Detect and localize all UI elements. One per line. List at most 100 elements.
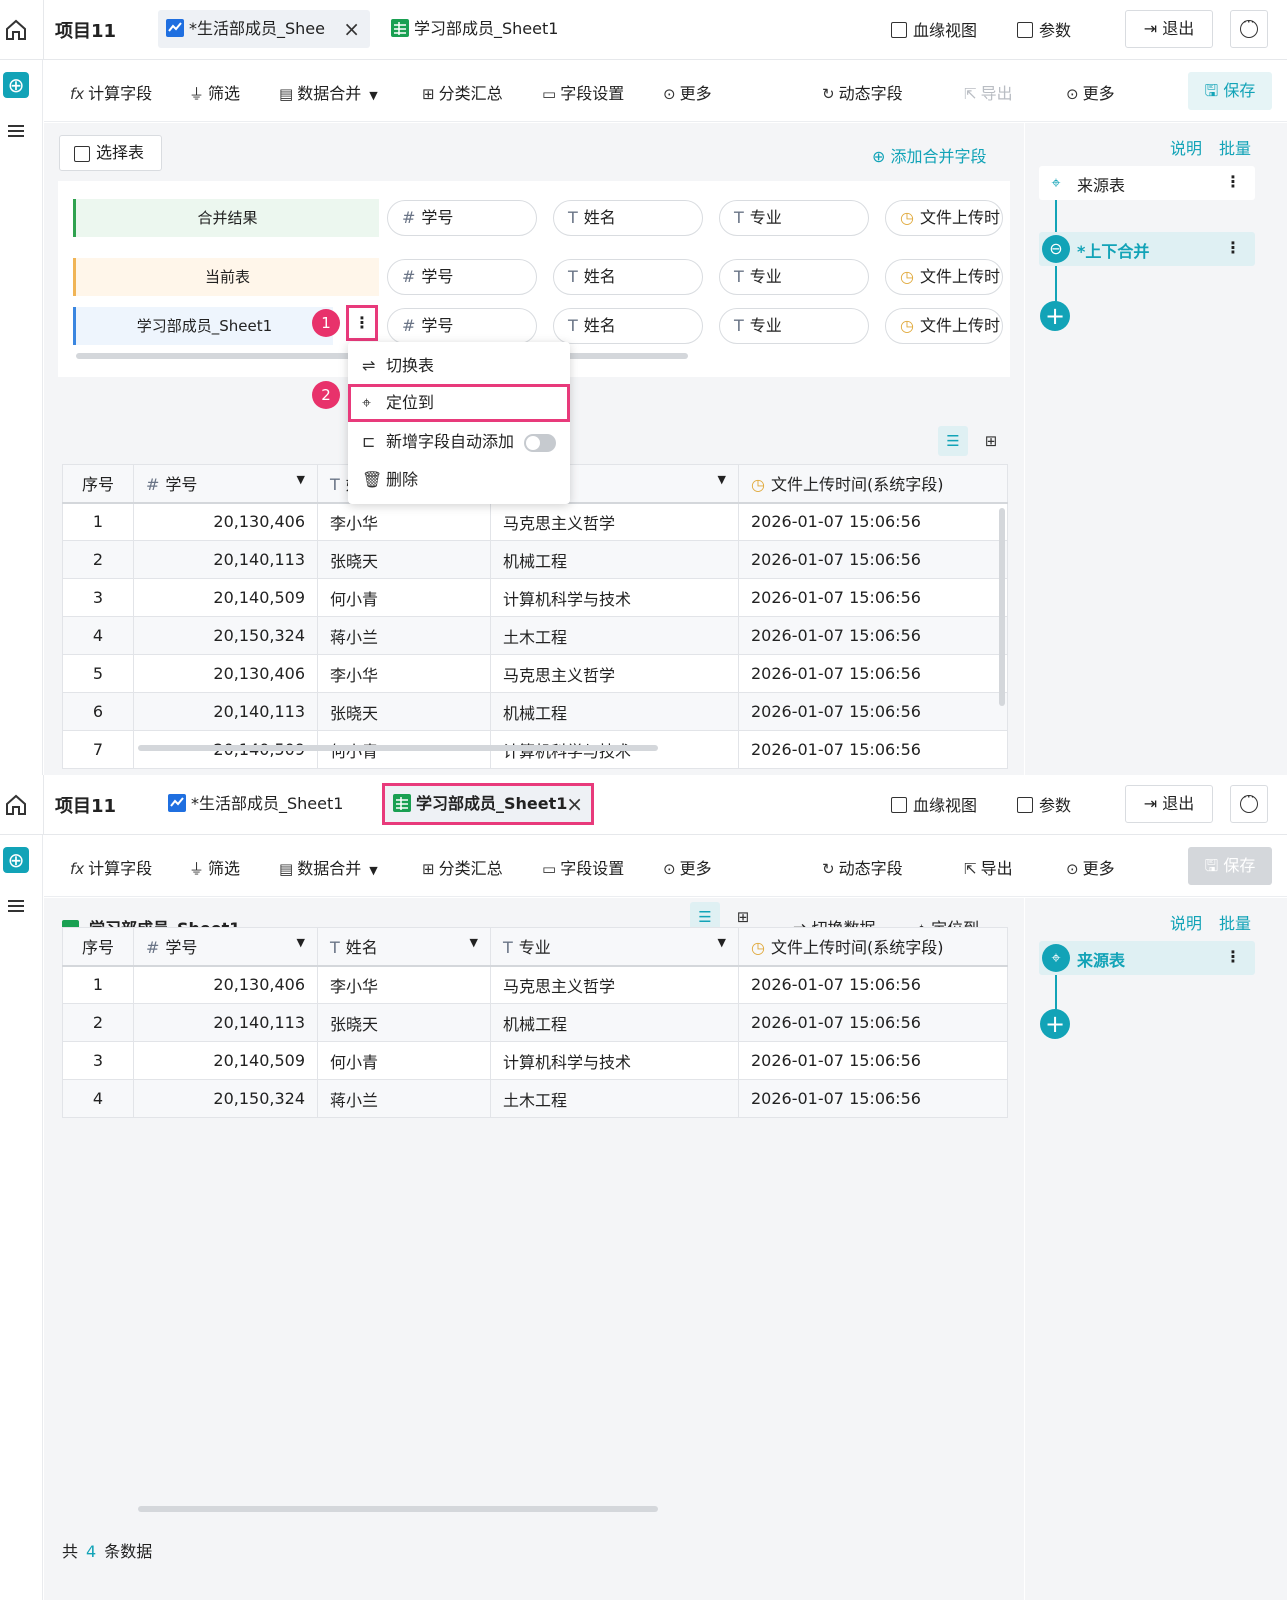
col-header-time[interactable]: ◷ 文件上传时间(系统字段) bbox=[738, 464, 1008, 504]
table-row[interactable]: 1 20,130,406 李小华 马克思主义哲学 2026-01-07 15:06:56 bbox=[62, 965, 1008, 1004]
source-node[interactable]: ⌖ 来源表 ⋮ bbox=[1039, 941, 1255, 975]
project-title: 项目11 bbox=[55, 21, 117, 42]
chevron-down-icon[interactable]: ▼ bbox=[470, 936, 478, 949]
table-row[interactable]: 5 20,130,406 李小华 马克思主义哲学 2026-01-07 15:06:56 bbox=[62, 654, 1008, 693]
table-row[interactable]: 2 20,140,113 张晓天 机械工程 2026-01-07 15:06:56 bbox=[62, 1003, 1008, 1042]
chip-result-time[interactable]: ◷ 文件上传时 bbox=[885, 200, 1003, 236]
outline-icon[interactable] bbox=[8, 125, 24, 139]
field-settings-button[interactable]: ▭ 字段设置 bbox=[542, 855, 624, 879]
more-button-2[interactable]: ⊙ 更多 bbox=[1066, 80, 1115, 104]
chevron-down-icon[interactable]: ▼ bbox=[718, 473, 726, 486]
menu-item-delete[interactable]: 🗑 删除 bbox=[348, 461, 570, 499]
vertical-dots-icon[interactable]: ⋮ bbox=[1225, 238, 1241, 257]
table-row[interactable]: 4 20,150,324 蒋小兰 土木工程 2026-01-07 15:06:56 bbox=[62, 616, 1008, 655]
close-icon[interactable]: × bbox=[343, 10, 360, 48]
col-header-time[interactable]: ◷ 文件上传时间(系统字段) bbox=[738, 927, 1008, 967]
menu-item-switch-table[interactable]: ⇌ 切换表 bbox=[348, 347, 570, 385]
params-button[interactable]: 参数 bbox=[1017, 17, 1071, 41]
params-button[interactable]: 参数 bbox=[1017, 792, 1071, 816]
dynamic-field-button[interactable]: ↻ 动态字段 bbox=[822, 80, 903, 104]
chip-current-id[interactable]: # 学号 bbox=[387, 259, 537, 295]
table-row[interactable]: 6 20,140,113 张晓天 机械工程 2026-01-07 15:06:56 bbox=[62, 692, 1008, 731]
vertical-dots-icon[interactable]: ⋮ bbox=[1225, 947, 1241, 966]
more-button[interactable]: ⊙ 更多 bbox=[663, 855, 712, 879]
calc-field-button[interactable]: fx 计算字段 bbox=[70, 855, 152, 879]
merge-button[interactable]: ▤ 数据合并 ▼ bbox=[279, 855, 378, 879]
tab-life-members[interactable]: *生活部成员_Shee × bbox=[158, 10, 370, 48]
batch-link[interactable]: 批量 bbox=[1219, 910, 1251, 934]
add-icon[interactable]: ⊕ bbox=[3, 847, 29, 873]
more-button[interactable]: ⊙ 更多 bbox=[663, 80, 712, 104]
chevron-down-icon[interactable]: ▼ bbox=[718, 936, 726, 949]
row-actions-button[interactable]: ⋮ bbox=[346, 305, 378, 341]
col-header-id[interactable]: # 学号 ▼ bbox=[133, 927, 318, 967]
more-button-2[interactable]: ⊙ 更多 bbox=[1066, 855, 1115, 879]
summary-button[interactable]: ⊞ 分类汇总 bbox=[422, 80, 503, 104]
save-button[interactable]: 🖫 保存 bbox=[1188, 847, 1272, 885]
chip-result-id[interactable]: # 学号 bbox=[387, 200, 537, 236]
grid-view-icon[interactable]: ⊞ bbox=[976, 426, 1006, 456]
col-header-id[interactable]: # 学号 ▼ bbox=[133, 464, 318, 504]
calc-field-button[interactable]: fx 计算字段 bbox=[70, 80, 152, 104]
merge-node[interactable]: ⊖ *上下合并 ⋮ bbox=[1039, 232, 1255, 266]
field-settings-button[interactable]: ▭ 字段设置 bbox=[542, 80, 624, 104]
chip-label: 文件上传时 bbox=[919, 316, 1000, 335]
chip-current-major[interactable]: T 专业 bbox=[719, 259, 869, 295]
chip-result-major[interactable]: T 专业 bbox=[719, 200, 869, 236]
menu-item-locate[interactable]: ⌖ 定位到 bbox=[348, 384, 570, 422]
table-horizontal-scrollbar[interactable] bbox=[138, 745, 658, 751]
more-menu-button[interactable] bbox=[1230, 10, 1268, 48]
lineage-view-button[interactable]: 血缘视图 bbox=[891, 17, 977, 41]
table-row[interactable]: 3 20,140,509 何小青 计算机科学与技术 2026-01-07 15:06:5… bbox=[62, 578, 1008, 617]
tab-life-members[interactable]: *生活部成员_Sheet1 bbox=[160, 785, 360, 823]
explain-link[interactable]: 说明 bbox=[1170, 135, 1202, 159]
filter-button[interactable]: ⏚ 筛选 bbox=[189, 80, 240, 104]
menu-item-auto-add[interactable]: ⊏ 新增字段自动添加 bbox=[348, 423, 570, 461]
lineage-view-button[interactable]: 血缘视图 bbox=[891, 792, 977, 816]
chip-current-time[interactable]: ◷ 文件上传时 bbox=[885, 259, 1003, 295]
chevron-down-icon[interactable]: ▼ bbox=[297, 473, 305, 486]
batch-link[interactable]: 批量 bbox=[1219, 135, 1251, 159]
list-view-icon[interactable]: ☰ bbox=[938, 426, 968, 456]
chip-result-name[interactable]: T 姓名 bbox=[553, 200, 703, 236]
chip-current-name[interactable]: T 姓名 bbox=[553, 259, 703, 295]
chip-sheet-id[interactable]: # 学号 bbox=[387, 308, 537, 344]
vertical-dots-icon[interactable]: ⋮ bbox=[1225, 172, 1241, 191]
chevron-down-icon[interactable]: ▼ bbox=[297, 936, 305, 949]
chip-sheet-time[interactable]: ◷ 文件上传时 bbox=[885, 308, 1003, 344]
table-row[interactable]: 4 20,150,324 蒋小兰 土木工程 2026-01-07 15:06:56 bbox=[62, 1079, 1008, 1118]
text-icon: T bbox=[568, 208, 578, 227]
export-button[interactable]: ⇱ 导出 bbox=[964, 80, 1013, 104]
add-merge-field-button[interactable]: ⊕ 添加合并字段 bbox=[872, 143, 987, 167]
outline-icon[interactable] bbox=[8, 900, 24, 914]
toolbar: fx 计算字段 ⏚ 筛选 ▤ 数据合并 ▼ ⊞ 分类汇总 ▭ 字段设置 ⊙ 更多 ↻ 动态字段 … bbox=[44, 835, 1287, 897]
add-icon[interactable]: ⊕ bbox=[3, 72, 29, 98]
dynamic-field-button[interactable]: ↻ 动态字段 bbox=[822, 855, 903, 879]
source-node[interactable]: ⌖ 来源表 ⋮ bbox=[1039, 166, 1255, 200]
export-button[interactable]: ⇱ 导出 bbox=[964, 855, 1013, 879]
filter-button[interactable]: ⏚ 筛选 bbox=[189, 855, 240, 879]
add-node-button[interactable]: + bbox=[1040, 1009, 1070, 1039]
home-icon[interactable] bbox=[4, 18, 28, 42]
select-table-button[interactable]: 选择表 bbox=[59, 135, 162, 171]
vertical-scrollbar[interactable] bbox=[999, 508, 1005, 706]
home-icon[interactable] bbox=[4, 793, 28, 817]
table-row[interactable]: 2 20,140,113 张晓天 机械工程 2026-01-07 15:06:56 bbox=[62, 540, 1008, 579]
chip-sheet-major[interactable]: T 专业 bbox=[719, 308, 869, 344]
add-node-button[interactable]: + bbox=[1040, 301, 1070, 331]
summary-button[interactable]: ⊞ 分类汇总 bbox=[422, 855, 503, 879]
table-row[interactable]: 1 20,130,406 李小华 马克思主义哲学 2026-01-07 15:06:56 bbox=[62, 502, 1008, 541]
auto-add-toggle[interactable] bbox=[524, 434, 556, 452]
table-horizontal-scrollbar[interactable] bbox=[138, 1506, 658, 1512]
col-header-major[interactable]: T专业 ▼ bbox=[490, 927, 739, 967]
table-row[interactable]: 3 20,140,509 何小青 计算机科学与技术 2026-01-07 15:06:5… bbox=[62, 1041, 1008, 1080]
tab-study-members[interactable]: 学习部成员_Sheet1 bbox=[383, 10, 573, 48]
chip-sheet-name[interactable]: T 姓名 bbox=[553, 308, 703, 344]
more-menu-button[interactable] bbox=[1230, 785, 1268, 823]
exit-button[interactable]: ⇥ 退出 bbox=[1125, 785, 1213, 823]
explain-link[interactable]: 说明 bbox=[1170, 910, 1202, 934]
exit-button[interactable]: ⇥ 退出 bbox=[1125, 10, 1213, 48]
merge-button[interactable]: ▤ 数据合并 ▼ bbox=[279, 80, 378, 104]
col-header-name[interactable]: T姓名 ▼ bbox=[317, 927, 491, 967]
save-button[interactable]: 🖫 保存 bbox=[1188, 72, 1272, 110]
